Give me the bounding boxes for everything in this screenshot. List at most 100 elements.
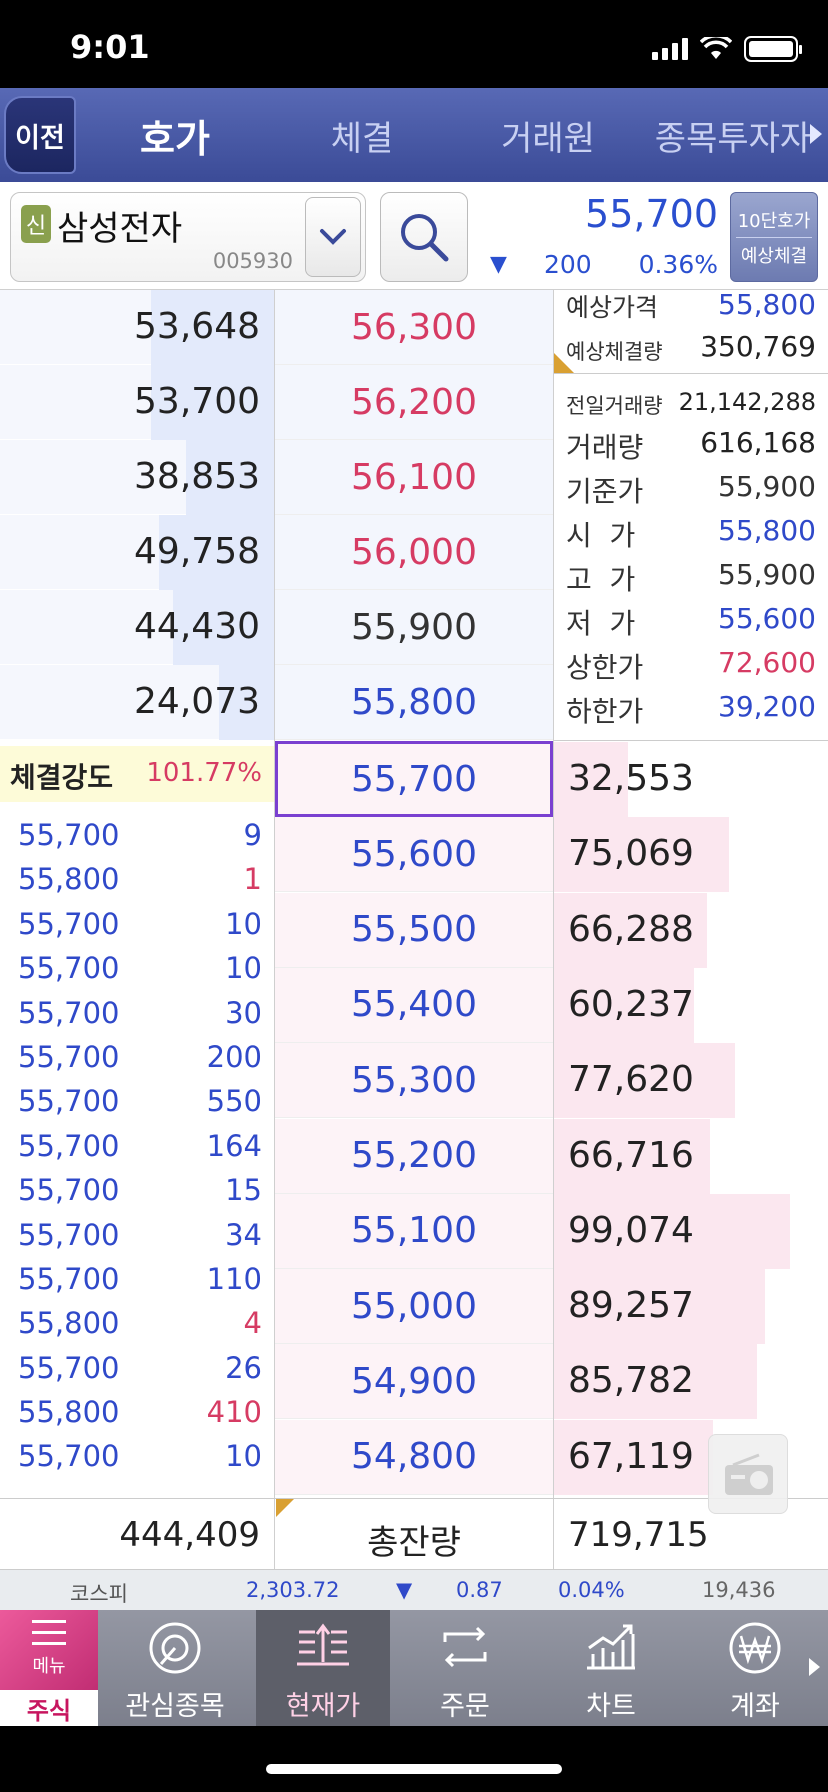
nav-account[interactable]: 계좌 <box>688 1610 822 1726</box>
bid-quantity-cell[interactable]: 89,257 <box>554 1269 828 1345</box>
trade-quantity: 34 <box>225 1217 262 1252</box>
bid-price[interactable]: 55,000 <box>275 1269 553 1345</box>
hamburger-icon <box>32 1620 66 1645</box>
current-price-icon <box>297 1623 349 1666</box>
trade-item: 55,700 200 <box>0 1036 274 1080</box>
ask-quantity-cell[interactable]: 38,853 <box>0 440 274 515</box>
high-price: 55,900 <box>718 558 816 591</box>
trade-quantity: 30 <box>225 995 262 1030</box>
bid-quantity-cell[interactable]: 66,716 <box>554 1118 828 1194</box>
high-label: 고 가 <box>566 563 636 596</box>
bid-price[interactable]: 55,400 <box>275 967 553 1043</box>
low-price: 55,600 <box>718 602 816 635</box>
nav-chart[interactable]: 차트 <box>544 1610 678 1726</box>
stock-selector[interactable]: 신 삼성전자 005930 <box>10 192 366 282</box>
trade-item: 55,700 26 <box>0 1347 274 1391</box>
ask-quantity: 53,648 <box>134 306 260 347</box>
bid-price[interactable]: 54,900 <box>275 1344 553 1420</box>
ask-price[interactable]: 55,900 <box>275 590 553 665</box>
trade-list[interactable]: 55,700 9 55,800 1 55,700 10 55,700 10 55,700 30 55… <box>0 814 274 1488</box>
ask-quantity-cell[interactable]: 53,700 <box>0 365 274 440</box>
chart-icon <box>587 1624 635 1670</box>
stock-header: 신 삼성전자 005930 55,700 ▼ 200 0.36% 10단호가 예… <box>0 182 828 290</box>
expected-volume: 350,769 <box>700 330 816 363</box>
index-down-icon: ▼ <box>396 1578 413 1602</box>
bid-quantity: 32,553 <box>568 758 694 799</box>
tab-scroll-right-icon[interactable] <box>810 124 822 144</box>
nav-current-price[interactable]: 현재가 <box>256 1610 390 1726</box>
ask-quantity-cell[interactable]: 49,758 <box>0 515 274 590</box>
trade-price: 55,700 <box>18 1039 120 1074</box>
totals-row: 444,409 총잔량 719,715 <box>0 1498 828 1570</box>
current-price-highlight <box>275 741 553 817</box>
ask-quantity-cell[interactable]: 53,648 <box>0 290 274 365</box>
index-value: 2,303.72 <box>246 1578 340 1602</box>
ask-price[interactable]: 56,000 <box>275 515 553 590</box>
ask-quantity: 44,430 <box>134 606 260 647</box>
nav-scroll-right-icon[interactable] <box>809 1658 820 1676</box>
tab-trades[interactable]: 체결 <box>284 88 440 182</box>
bid-quantity-cell[interactable]: 77,620 <box>554 1043 828 1119</box>
hoga-option-button[interactable]: 10단호가 예상체결 <box>730 192 818 282</box>
trade-item: 55,700 33 <box>0 1480 274 1488</box>
bid-quantity: 77,620 <box>568 1059 694 1101</box>
tab-bar: 이전 호가 체결 거래원 종목투자자 <box>0 88 828 182</box>
menu-button[interactable]: 메뉴 주식 <box>0 1610 98 1726</box>
trade-quantity: 33 <box>225 1484 262 1488</box>
nav-order[interactable]: 주문 <box>398 1610 532 1726</box>
bid-quantity: 66,288 <box>568 908 694 950</box>
ask-quantity-cell[interactable]: 24,073 <box>0 665 274 740</box>
ask-quantity: 53,700 <box>134 381 260 422</box>
search-button[interactable] <box>380 192 468 282</box>
home-indicator[interactable] <box>266 1764 562 1774</box>
ask-quantity-cell[interactable]: 44,430 <box>0 590 274 665</box>
stock-dropdown-button[interactable] <box>305 197 361 277</box>
bid-quantity: 99,074 <box>568 1209 694 1251</box>
won-icon <box>729 1622 781 1674</box>
open-price: 55,800 <box>718 514 816 547</box>
base-price: 55,900 <box>718 470 816 503</box>
tab-hoga[interactable]: 호가 <box>92 88 258 182</box>
tab-brokers[interactable]: 거래원 <box>470 88 626 182</box>
credit-badge: 신 <box>21 205 51 243</box>
bid-price[interactable]: 55,300 <box>275 1043 553 1119</box>
order-book: 53,648 56,300 53,700 56,200 38,853 56,100 49,7… <box>0 288 828 1498</box>
ask-quantity: 24,073 <box>134 681 260 722</box>
bid-quantity: 75,069 <box>568 833 694 875</box>
nav-watchlist[interactable]: 관심종목 <box>108 1610 242 1726</box>
bid-quantity-cell[interactable]: 66,288 <box>554 892 828 968</box>
trade-quantity: 110 <box>206 1261 262 1296</box>
bid-quantity-cell[interactable]: 99,074 <box>554 1193 828 1269</box>
bid-price[interactable]: 54,800 <box>275 1419 553 1495</box>
ask-quantity: 49,758 <box>134 531 260 572</box>
tab-investors[interactable]: 종목투자자 <box>650 88 816 182</box>
bid-quantity-cell[interactable]: 32,553 <box>554 742 828 817</box>
menu-category[interactable]: 주식 <box>0 1690 98 1726</box>
trade-item: 55,700 110 <box>0 1258 274 1302</box>
lower-limit: 39,200 <box>718 690 816 723</box>
floating-radio-button[interactable] <box>708 1434 788 1514</box>
trade-item: 55,700 34 <box>0 1214 274 1258</box>
trade-item: 55,700 550 <box>0 1080 274 1124</box>
bid-price[interactable]: 55,500 <box>275 892 553 968</box>
bid-price[interactable]: 55,600 <box>275 817 553 893</box>
lower-limit-label: 하한가 <box>566 695 644 728</box>
volume-label: 거래량 <box>566 431 644 464</box>
bid-quantity-cell[interactable]: 75,069 <box>554 817 828 893</box>
bid-price[interactable]: 55,200 <box>275 1118 553 1194</box>
chevron-down-icon <box>320 229 346 245</box>
back-button[interactable]: 이전 <box>4 96 76 174</box>
ask-price[interactable]: 56,200 <box>275 365 553 440</box>
trade-price: 55,700 <box>18 1261 120 1296</box>
ask-price[interactable]: 56,100 <box>275 440 553 515</box>
expected-volume-label: 예상체결량 <box>566 340 663 364</box>
bid-quantity-cell[interactable]: 60,237 <box>554 967 828 1043</box>
signal-icon <box>652 38 688 60</box>
expected-box: 예상가격 55,800 예상체결량 350,769 <box>554 288 828 374</box>
trade-quantity: 164 <box>206 1128 262 1163</box>
bid-price[interactable]: 55,100 <box>275 1193 553 1269</box>
ask-price[interactable]: 55,800 <box>275 665 553 740</box>
ask-price[interactable]: 56,300 <box>275 290 553 365</box>
bid-quantity-cell[interactable]: 85,782 <box>554 1344 828 1420</box>
index-ticker[interactable]: 코스피 2,303.72 ▼ 0.87 0.04% 19,436 <box>0 1570 828 1610</box>
